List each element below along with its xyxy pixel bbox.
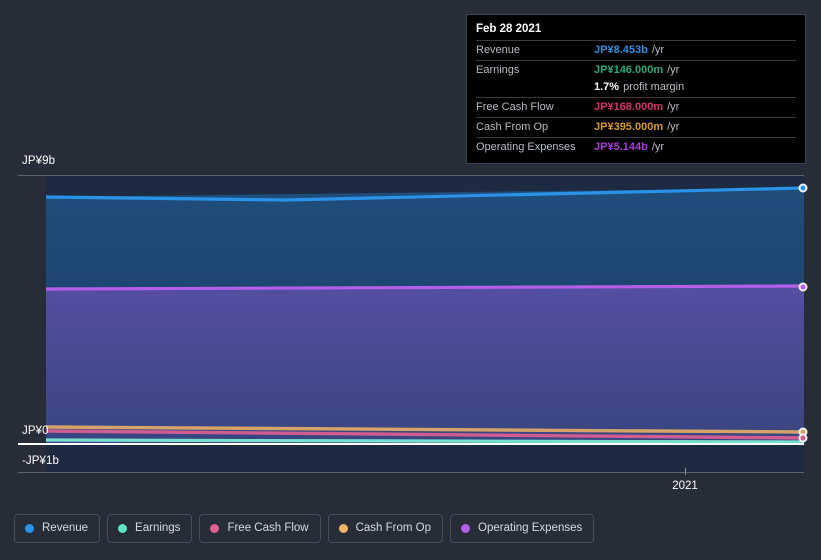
y-axis-label-top: JP¥9b bbox=[22, 155, 56, 167]
tooltip-date: Feb 28 2021 bbox=[476, 23, 542, 35]
tooltip-row-earnings: Earnings JP¥146.000m /yr bbox=[476, 60, 796, 80]
chart-svg bbox=[46, 186, 804, 444]
tooltip-row-profit-margin: 1.7% profit margin bbox=[476, 80, 796, 97]
tooltip-unit-revenue: /yr bbox=[651, 44, 665, 56]
revenue-point-marker[interactable] bbox=[798, 183, 808, 193]
tooltip-label-revenue: Revenue bbox=[476, 44, 521, 56]
legend-dot-cash-from-op-icon bbox=[338, 524, 348, 533]
chart-legend: Revenue Earnings Free Cash Flow Cash Fro… bbox=[14, 514, 595, 543]
y-axis-label-bottom: -JP¥1b bbox=[22, 455, 60, 467]
tooltip-unit-operating-expenses: /yr bbox=[651, 141, 665, 153]
tooltip-label-operating-expenses: Operating Expenses bbox=[476, 141, 576, 153]
tooltip-value-cash-from-op: JP¥395.000m bbox=[594, 121, 664, 133]
legend-label-revenue: Revenue bbox=[42, 522, 89, 534]
tooltip-value-earnings: JP¥146.000m bbox=[594, 64, 664, 76]
free-cash-flow-point-marker[interactable] bbox=[798, 433, 808, 443]
legend-item-revenue[interactable]: Revenue bbox=[14, 514, 101, 543]
chart-tooltip: Feb 28 2021 Revenue JP¥8.453b /yr Earnin… bbox=[466, 14, 806, 164]
tooltip-value-revenue: JP¥8.453b bbox=[594, 44, 648, 56]
legend-dot-earnings-icon bbox=[118, 524, 128, 533]
gridline-bottom bbox=[18, 472, 804, 473]
x-axis-label-2021: 2021 bbox=[672, 480, 698, 492]
legend-item-earnings[interactable]: Earnings bbox=[107, 514, 193, 543]
plot-area[interactable] bbox=[46, 176, 804, 472]
earnings-line bbox=[46, 438, 804, 444]
tooltip-row-revenue: Revenue JP¥8.453b /yr bbox=[476, 40, 796, 60]
y-axis-label-zero: JP¥0 bbox=[22, 425, 49, 437]
tooltip-label-earnings: Earnings bbox=[476, 64, 520, 76]
operating-expenses-area bbox=[46, 286, 804, 443]
tooltip-row-operating-expenses: Operating Expenses JP¥5.144b /yr bbox=[476, 137, 796, 157]
legend-label-earnings: Earnings bbox=[135, 522, 181, 534]
legend-dot-free-cash-flow-icon bbox=[210, 524, 220, 533]
legend-dot-revenue-icon bbox=[25, 524, 34, 533]
legend-label-cash-from-op: Cash From Op bbox=[355, 522, 432, 534]
x-axis-tick bbox=[685, 468, 686, 475]
zero-baseline bbox=[18, 443, 804, 445]
legend-dot-operating-expenses-icon bbox=[461, 524, 471, 533]
tooltip-label-cash-from-op: Cash From Op bbox=[476, 121, 549, 133]
tooltip-unit-cash-from-op: /yr bbox=[667, 121, 680, 133]
tooltip-unit-earnings: /yr bbox=[667, 64, 680, 76]
legend-item-operating-expenses[interactable]: Operating Expenses bbox=[450, 514, 595, 543]
tooltip-value-profit-margin: 1.7% bbox=[594, 81, 620, 93]
legend-item-cash-from-op[interactable]: Cash From Op bbox=[327, 514, 444, 543]
tooltip-value-operating-expenses: JP¥5.144b bbox=[594, 141, 648, 153]
tooltip-label-free-cash-flow: Free Cash Flow bbox=[476, 101, 554, 113]
tooltip-unit-free-cash-flow: /yr bbox=[667, 101, 680, 113]
legend-label-operating-expenses: Operating Expenses bbox=[478, 522, 583, 534]
tooltip-row-free-cash-flow: Free Cash Flow JP¥168.000m /yr bbox=[476, 97, 796, 117]
tooltip-row-cash-from-op: Cash From Op JP¥395.000m /yr bbox=[476, 117, 796, 137]
operating-expenses-point-marker[interactable] bbox=[798, 282, 808, 292]
tooltip-label-profit-margin: profit margin bbox=[623, 81, 685, 93]
tooltip-value-free-cash-flow: JP¥168.000m bbox=[594, 101, 664, 113]
legend-label-free-cash-flow: Free Cash Flow bbox=[227, 522, 309, 534]
legend-item-free-cash-flow[interactable]: Free Cash Flow bbox=[199, 514, 321, 543]
